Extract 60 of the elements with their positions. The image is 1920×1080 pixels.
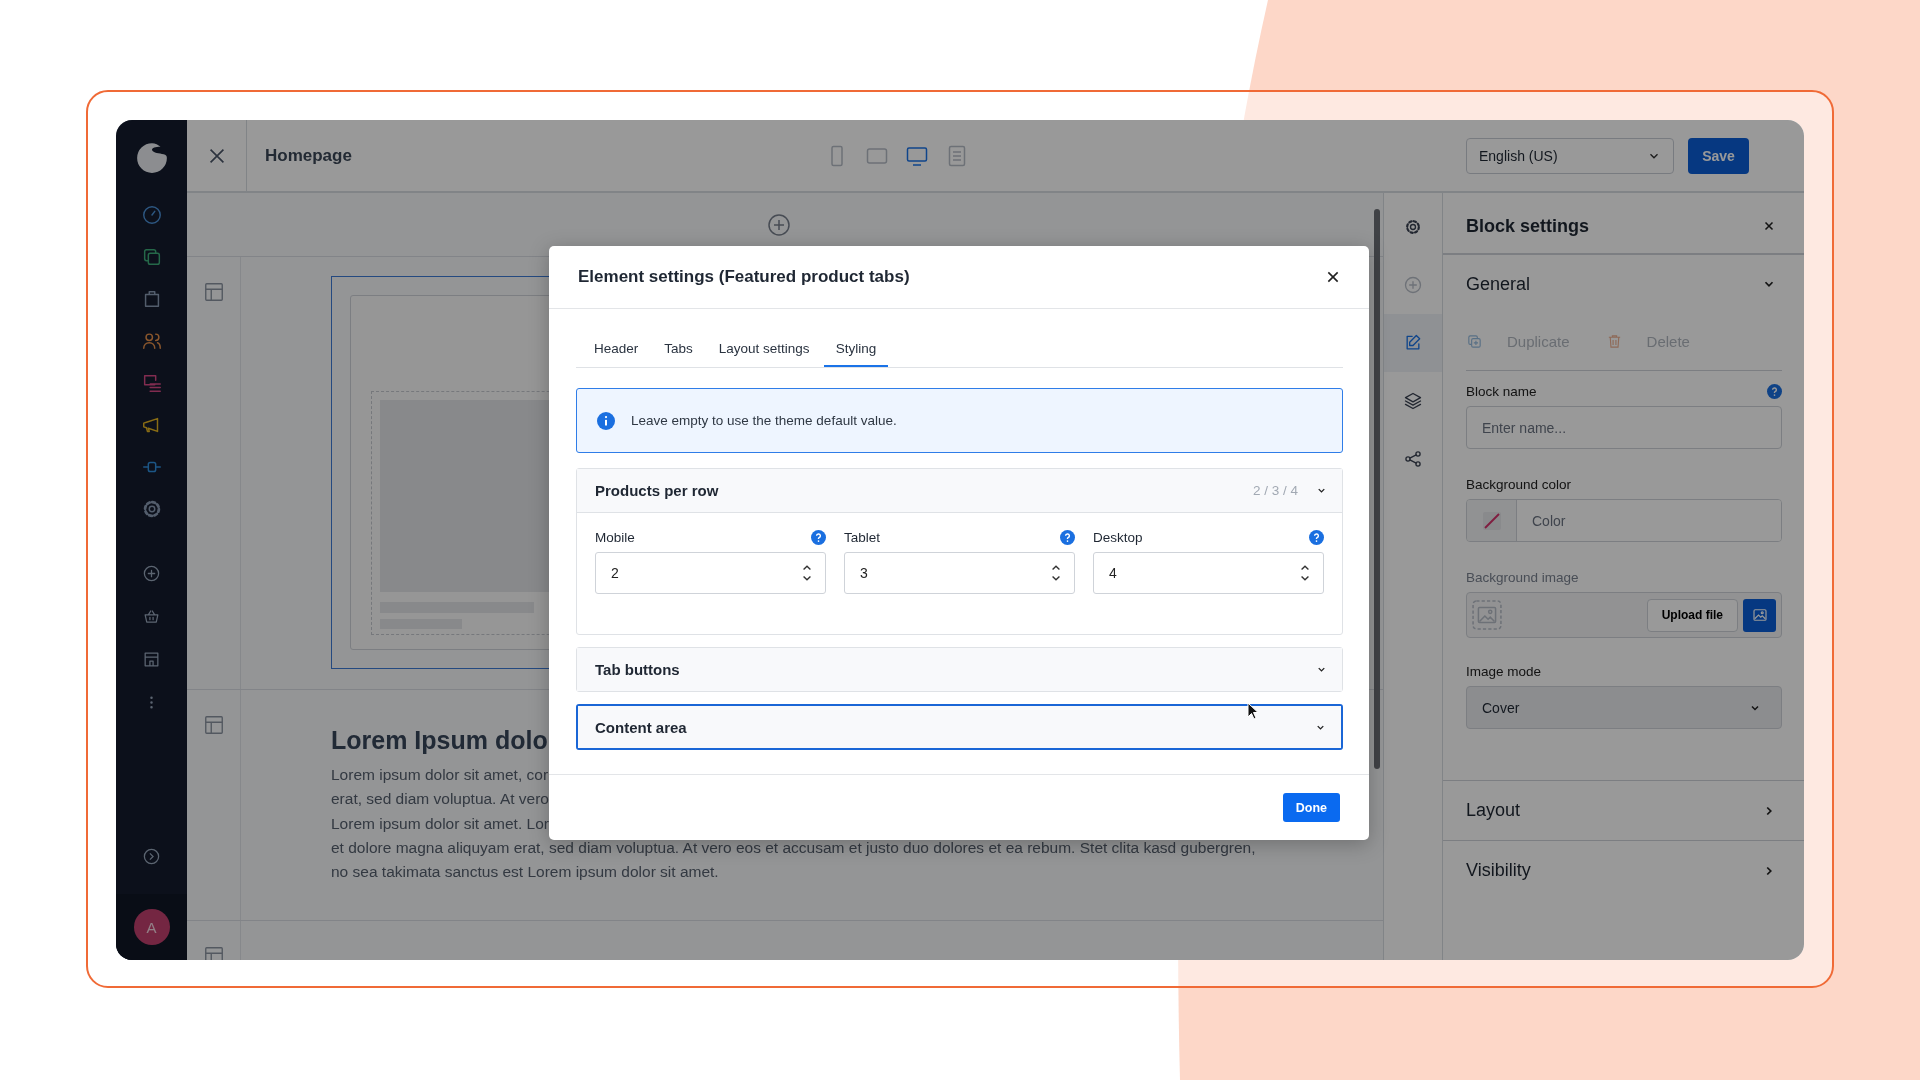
gear-icon (1403, 217, 1423, 237)
tab[interactable]: Layout settings (706, 331, 822, 367)
field-label: Background image (1466, 570, 1579, 585)
chevron-circle-icon[interactable] (142, 847, 161, 866)
paragraph-line: Lorem ipsum dolor sit amet, cor (331, 765, 549, 785)
field-label: Desktop (1093, 530, 1143, 545)
help-icon[interactable] (1060, 530, 1075, 545)
image-placeholder-icon (1472, 600, 1502, 630)
gauge-icon[interactable] (140, 204, 163, 226)
info-icon (597, 411, 615, 430)
field-label: Block name (1466, 384, 1537, 399)
help-icon[interactable] (811, 530, 826, 545)
tool-button[interactable] (1384, 314, 1442, 372)
tab[interactable]: Header (582, 331, 651, 367)
no-color-swatch-icon[interactable] (1467, 500, 1517, 541)
language-select[interactable]: English (US) (1466, 137, 1674, 174)
panel-title: Block settings (1466, 215, 1590, 237)
dialog-title: Element settings (Featured product tabs) (578, 267, 910, 287)
close-icon[interactable] (1762, 219, 1776, 233)
number-field[interactable]: 4 (1093, 552, 1324, 594)
section-heading: Lorem Ipsum dolo (331, 726, 548, 755)
users-icon[interactable] (140, 330, 163, 352)
layout-icon[interactable] (202, 945, 225, 960)
block-name-field[interactable]: Enter name... (1466, 406, 1782, 449)
save-button[interactable]: Save (1688, 137, 1749, 174)
number-field[interactable]: 3 (844, 552, 1075, 594)
tab[interactable]: Styling (823, 331, 889, 367)
image-icon (1750, 606, 1769, 624)
paragraph-line: et dolore magna aliquyam erat, sed diam voluptua. At vero eos et accusam et justo duo dolores et ea rebum. Stet clita kasd gubergren, (331, 837, 1256, 858)
share-icon (1403, 449, 1423, 469)
field-label: Mobile (595, 530, 635, 545)
page-title: Homepage (265, 145, 353, 166)
store-icon[interactable] (142, 650, 161, 669)
paragraph-line: no sea takimata sanctus est Lorem ipsum dolor sit amet. (331, 862, 719, 883)
close-icon[interactable] (1325, 269, 1341, 285)
plus-circle-icon (1403, 275, 1423, 295)
field-label: Tablet (844, 530, 881, 545)
field-label: Background color (1466, 477, 1572, 492)
logo-icon[interactable] (134, 141, 169, 175)
paragraph-line: erat, sed diam voluptua. At vero (331, 789, 549, 810)
layers-icon (1403, 391, 1423, 411)
image-library-button[interactable] (1743, 598, 1776, 632)
field-label: Image mode (1466, 664, 1542, 679)
tab[interactable]: Tabs (652, 331, 705, 367)
plus-circle-icon[interactable] (767, 212, 791, 237)
layout-icon[interactable] (202, 281, 225, 303)
accordion-header[interactable]: Tab buttons (577, 648, 1342, 691)
number-field[interactable]: 2 (595, 552, 826, 594)
basket-icon[interactable] (142, 607, 161, 626)
help-icon[interactable] (1767, 384, 1782, 399)
color-field[interactable]: Color (1466, 499, 1782, 542)
info-text: Leave empty to use the theme default value. (631, 413, 897, 428)
cursor-icon (1247, 702, 1259, 720)
plus-circle-icon[interactable] (142, 564, 161, 583)
paragraph-line: Lorem ipsum dolor sit amet. Lor (331, 813, 549, 834)
layout-icon[interactable] (202, 714, 225, 736)
accordion-header[interactable]: Products per row 2 / 3 / 4 (577, 469, 1342, 512)
help-icon[interactable] (1309, 530, 1324, 545)
done-button[interactable]: Done (1282, 793, 1340, 822)
accordion-header[interactable]: Content area (578, 706, 1341, 748)
